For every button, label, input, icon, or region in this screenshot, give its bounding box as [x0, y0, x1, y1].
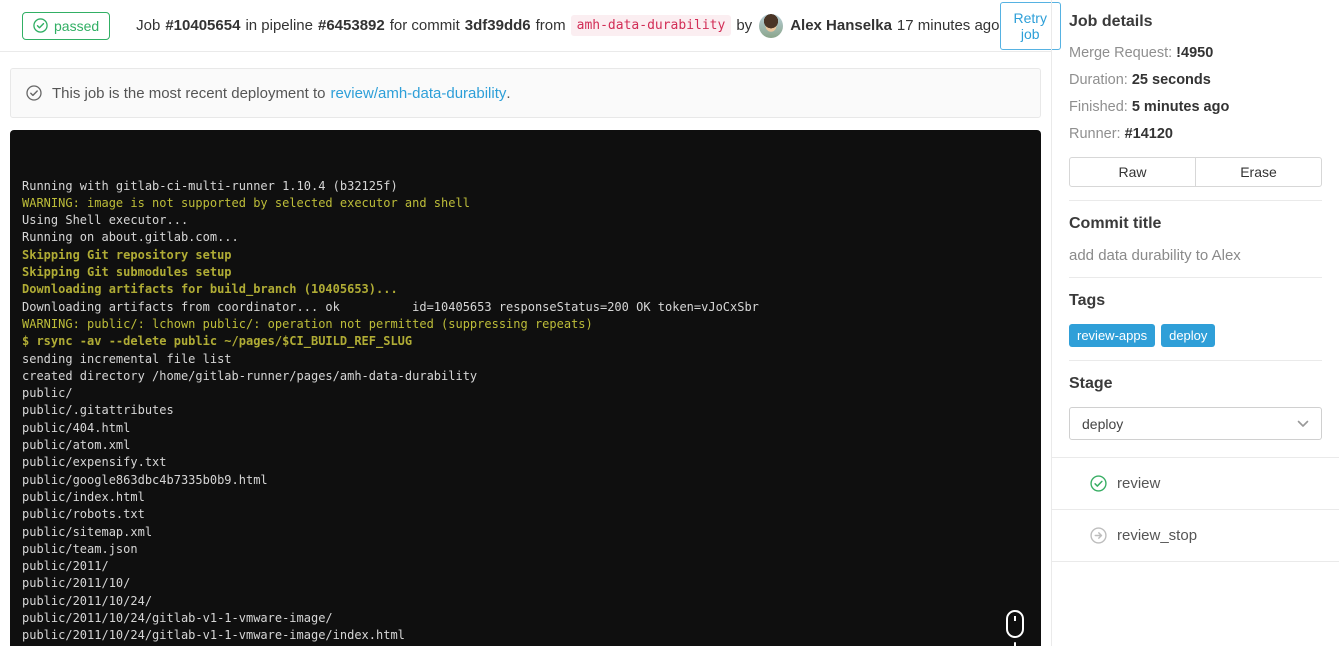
tags-heading: Tags: [1069, 292, 1106, 309]
tag-list: review-apps deploy: [1069, 324, 1322, 347]
sidebar-separator: [1069, 277, 1322, 278]
log-line: public/2011/10/: [22, 576, 131, 591]
branch-ref-link[interactable]: amh-data-durability: [570, 15, 732, 36]
sidebar-separator: [1069, 200, 1322, 201]
author-avatar[interactable]: [759, 13, 784, 38]
log-line: public/2011/: [22, 559, 109, 574]
autoscroll-mouse-icon[interactable]: [945, 592, 1027, 646]
log-line: sending incremental file list: [22, 351, 232, 366]
notice-suffix: .: [506, 84, 511, 102]
detail-label: Runner:: [1069, 126, 1121, 142]
log-line: public/atom.xml: [22, 438, 131, 453]
stage-job-name: review_stop: [1117, 527, 1198, 544]
detail-label: Finished:: [1069, 99, 1128, 115]
log-line: Skipping Git repository setup: [22, 247, 232, 262]
job-page: passed Job #10405654 in pipeline #645389…: [0, 0, 1339, 646]
detail-label: Merge Request:: [1069, 45, 1173, 61]
check-circle-icon: [33, 18, 48, 33]
environment-link[interactable]: review/amh-data-durability: [330, 85, 506, 102]
log-line: public/: [22, 386, 73, 401]
stage-job-name: review: [1117, 475, 1161, 492]
notice-text: This job is the most recent deployment t…: [52, 84, 326, 102]
log-line: $ rsync -av --delete public ~/pages/$CI_…: [22, 334, 413, 349]
job-label: Job: [136, 17, 161, 34]
status-label: passed: [54, 17, 100, 34]
check-circle-icon: [26, 85, 42, 101]
deployment-notice: This job is the most recent deployment t…: [10, 68, 1041, 118]
log-line: public/.gitattributes: [22, 403, 174, 418]
erase-button[interactable]: Erase: [1195, 157, 1322, 187]
log-line: Downloading artifacts for build_branch (…: [22, 282, 398, 297]
log-line: Downloading artifacts from coordinator..…: [22, 299, 759, 314]
job-sidebar: Job details Merge Request: !4950 Duration:…: [1051, 0, 1339, 646]
detail-value: !4950: [1176, 45, 1214, 61]
job-sentence: Job #10405654 in pipeline #6453892 for c…: [136, 13, 1000, 38]
stage-heading: Stage: [1069, 375, 1113, 392]
log-buttons: Raw Erase: [1069, 157, 1322, 187]
job-log[interactable]: Running with gitlab-ci-multi-runner 1.10…: [10, 130, 1041, 646]
job-details-section: Job details Merge Request: !4950 Duration:…: [1052, 0, 1339, 187]
job-details-title: Job details: [1069, 13, 1153, 30]
status-badge[interactable]: passed: [22, 11, 111, 40]
job-header: passed Job #10405654 in pipeline #645389…: [0, 0, 1061, 52]
for-commit-label: for commit: [389, 17, 460, 34]
job-log-lines: Running with gitlab-ci-multi-runner 1.10…: [22, 178, 1029, 646]
tags-section: Tags review-apps deploy: [1052, 292, 1339, 347]
stage-job-review[interactable]: review: [1052, 457, 1339, 509]
status-success-icon: [1090, 475, 1107, 492]
stage-selected-value: deploy: [1082, 415, 1124, 432]
job-detail-row: Finished: 5 minutes ago: [1069, 99, 1322, 115]
log-line: Running on about.gitlab.com...: [22, 230, 239, 245]
job-detail-row: Runner: #14120: [1069, 126, 1322, 142]
log-line: public/team.json: [22, 541, 138, 556]
main-column: passed Job #10405654 in pipeline #645389…: [0, 0, 1061, 646]
detail-value: 5 minutes ago: [1131, 99, 1230, 115]
log-line: public/expensify.txt: [22, 455, 167, 470]
log-line: created directory /home/gitlab-runner/pa…: [22, 368, 478, 383]
log-line: public/google863dbc4b7335b0b9.html: [22, 472, 268, 487]
chevron-down-icon: [1297, 420, 1309, 428]
detail-value: #14120: [1124, 126, 1173, 142]
commit-message: add data durability to Alex: [1069, 247, 1241, 264]
log-line: public/sitemap.xml: [22, 524, 153, 539]
tag-pill[interactable]: review-apps: [1069, 324, 1156, 347]
log-line: Using Shell executor...: [22, 213, 189, 228]
log-line: WARNING: public/: lchown public/: operat…: [22, 316, 593, 331]
stage-section: Stage deploy: [1052, 375, 1339, 440]
log-line: public/index.html: [22, 489, 145, 504]
stage-dropdown[interactable]: deploy: [1069, 407, 1322, 440]
job-time-ago: 17 minutes ago: [896, 17, 1000, 34]
stage-job-review_stop[interactable]: review_stop: [1052, 509, 1339, 561]
detail-label: Duration:: [1069, 72, 1128, 88]
commit-sha-link[interactable]: 3df39dd6: [465, 17, 531, 34]
job-detail-row: Duration: 25 seconds: [1069, 72, 1322, 88]
log-line: Skipping Git submodules setup: [22, 265, 232, 280]
tag-pill[interactable]: deploy: [1161, 324, 1216, 347]
detail-value: 25 seconds: [1131, 72, 1211, 88]
job-details-rows: Merge Request: !4950 Duration: 25 seconds Fi…: [1069, 45, 1322, 142]
log-line: public/404.html: [22, 420, 131, 435]
log-line: public/2011/10/24/: [22, 593, 153, 608]
commit-title-section: Commit title add data durability to Alex: [1052, 215, 1339, 264]
raw-button[interactable]: Raw: [1069, 157, 1196, 187]
commit-title-heading: Commit title: [1069, 215, 1162, 232]
log-line: WARNING: image is not supported by selec…: [22, 195, 470, 210]
sidebar-separator: [1069, 360, 1322, 361]
log-line: public/2011/10/24/gitlab-v1-1-vmware-ima…: [22, 611, 333, 626]
job-id[interactable]: #10405654: [165, 17, 240, 34]
pipeline-id-link[interactable]: #6453892: [318, 17, 385, 34]
in-pipeline-label: in pipeline: [245, 17, 313, 34]
from-label: from: [535, 17, 566, 34]
status-manual-icon: [1090, 527, 1107, 544]
log-line: public/2011/10/24/gitlab-v1-1-vmware-ima…: [22, 628, 405, 643]
stage-jobs-list: review review_stop: [1052, 457, 1339, 562]
author-name-link[interactable]: Alex Hanselka: [790, 17, 892, 34]
log-line: Running with gitlab-ci-multi-runner 1.10…: [22, 178, 398, 193]
job-detail-row: Merge Request: !4950: [1069, 45, 1322, 61]
log-line: public/robots.txt: [22, 507, 145, 522]
by-label: by: [736, 17, 753, 34]
